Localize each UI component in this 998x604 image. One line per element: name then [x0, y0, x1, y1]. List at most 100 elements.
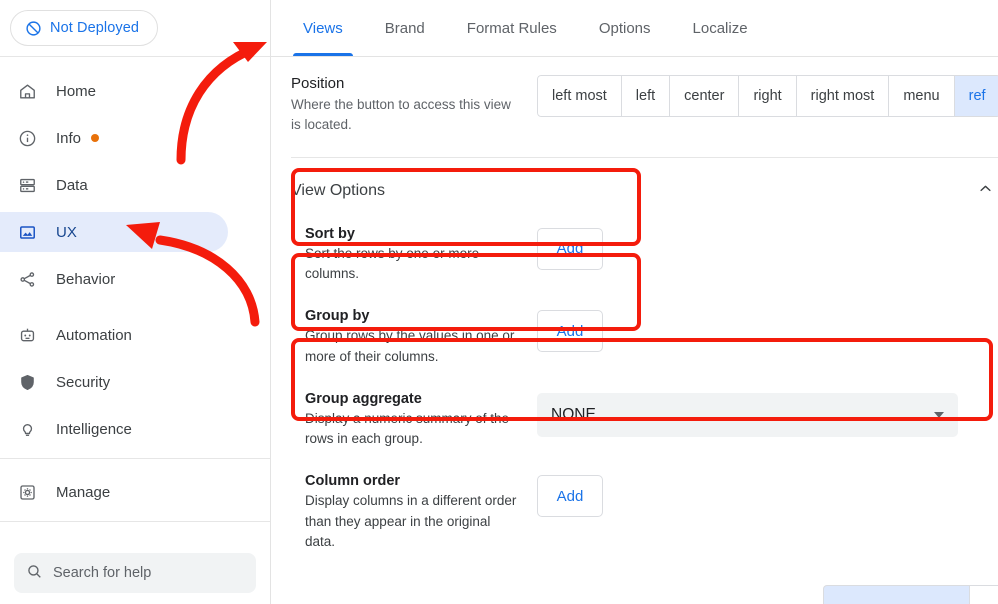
sort-by-row: Sort by Sort the rows by one or more col… [291, 214, 998, 297]
sidebar-item-automation[interactable]: Automation [0, 315, 270, 355]
column-order-label-group: Column order Display columns in a differ… [305, 473, 537, 552]
tab-bar: Views Brand Format Rules Options Localiz… [271, 0, 998, 57]
group-aggregate-row: Group aggregate Display a numeric summar… [291, 379, 998, 462]
sidebar-item-security[interactable]: Security [0, 362, 270, 402]
sidebar-item-data[interactable]: Data [0, 165, 270, 205]
sidebar-item-manage[interactable]: Manage [0, 472, 270, 512]
group-by-description: Group rows by the values in one or more … [305, 328, 515, 364]
tab-options[interactable]: Options [579, 0, 671, 56]
deploy-status-row: Not Deployed [0, 0, 270, 56]
chevron-up-icon [978, 181, 993, 201]
search-placeholder: Search for help [53, 565, 152, 581]
group-aggregate-select[interactable]: NONE [537, 392, 958, 437]
position-option-left-most[interactable]: left most [537, 75, 622, 117]
position-segmented-control: left most left center right right most m… [537, 75, 998, 117]
not-deployed-label: Not Deployed [50, 20, 140, 36]
tab-label: Views [303, 19, 343, 37]
share-nodes-icon [16, 268, 38, 290]
position-row: Position Where the button to access this… [291, 57, 998, 135]
tab-views[interactable]: Views [283, 0, 363, 56]
info-circle-icon [16, 127, 38, 149]
column-order-control: Add [537, 473, 987, 518]
search-container: Search for help [0, 535, 270, 593]
group-aggregate-title: Group aggregate [305, 390, 422, 407]
tab-brand[interactable]: Brand [365, 0, 445, 56]
main-panel: Views Brand Format Rules Options Localiz… [271, 0, 998, 604]
sidebar-item-info[interactable]: Info [0, 118, 270, 158]
view-options-header: View Options [291, 158, 998, 214]
sort-by-control: Add [537, 226, 987, 270]
tab-label: Format Rules [466, 19, 557, 37]
circle-slash-icon [25, 20, 42, 37]
settings-box-icon [16, 481, 38, 503]
column-order-add-button[interactable]: Add [537, 475, 603, 518]
sidebar-item-label: Home [56, 82, 97, 100]
position-title: Position [291, 75, 345, 92]
partial-segmented-control [823, 585, 998, 604]
image-icon [16, 221, 38, 243]
info-unread-dot [91, 134, 100, 142]
shield-icon [16, 371, 38, 393]
sidebar-item-home[interactable]: Home [0, 71, 270, 111]
view-options-collapse-button[interactable] [971, 176, 998, 206]
database-icon [16, 174, 38, 196]
view-options-title: View Options [291, 181, 385, 199]
sort-by-description: Sort the rows by one or more columns. [305, 245, 480, 282]
tab-label: Brand [384, 19, 425, 37]
group-aggregate-control: NONE [537, 391, 987, 437]
position-option-menu[interactable]: menu [889, 75, 955, 117]
sidebar-nav: Home Info Data UX Behavior Automation Se… [0, 57, 270, 535]
position-option-right-most[interactable]: right most [796, 75, 890, 117]
sidebar-item-label: Data [56, 176, 88, 194]
position-description: Where the button to access this view is … [291, 97, 511, 132]
search-input[interactable]: Search for help [14, 553, 256, 593]
group-aggregate-description: Display a numeric summary of the rows in… [305, 410, 510, 447]
position-option-ref[interactable]: ref [954, 75, 998, 117]
position-option-right[interactable]: right [739, 75, 797, 117]
column-order-title: Column order [305, 473, 401, 490]
group-aggregate-value: NONE [551, 405, 596, 423]
sidebar-item-label: Automation [56, 326, 132, 344]
sidebar-item-intelligence[interactable]: Intelligence [0, 409, 270, 449]
sidebar-item-label: Intelligence [56, 420, 132, 438]
group-by-control: Add [537, 308, 987, 353]
sort-by-label-group: Sort by Sort the rows by one or more col… [305, 226, 537, 285]
tab-format-rules[interactable]: Format Rules [447, 0, 577, 56]
tab-label: Options [598, 19, 651, 37]
app-root: Not Deployed Home Info Data UX Behavior … [0, 0, 998, 604]
home-icon [16, 80, 38, 102]
sidebar-bottom-divider [0, 521, 270, 522]
tab-localize[interactable]: Localize [673, 0, 768, 56]
group-by-title: Group by [305, 308, 370, 325]
robot-icon [16, 324, 38, 346]
sort-by-title: Sort by [305, 225, 355, 242]
partial-seg-option-1[interactable] [823, 585, 970, 604]
search-icon [26, 563, 43, 584]
chevron-down-icon [934, 411, 944, 418]
sort-by-add-button[interactable]: Add [537, 227, 603, 270]
sidebar-nav-divider [0, 458, 270, 459]
position-control: left most left center right right most m… [537, 75, 998, 117]
sidebar: Not Deployed Home Info Data UX Behavior … [0, 0, 271, 604]
settings-content: Position Where the button to access this… [271, 57, 998, 604]
column-order-description: Display columns in a different order tha… [305, 493, 517, 549]
tab-label: Localize [692, 19, 748, 37]
sidebar-item-label: Manage [56, 483, 111, 501]
sidebar-item-label: Behavior [56, 270, 116, 288]
group-by-add-button[interactable]: Add [537, 310, 603, 353]
group-by-label-group: Group by Group rows by the values in one… [305, 308, 537, 367]
group-by-row: Group by Group rows by the values in one… [291, 296, 998, 379]
position-option-center[interactable]: center [670, 75, 740, 117]
sidebar-item-ux[interactable]: UX [0, 212, 228, 252]
lightbulb-icon [16, 418, 38, 440]
not-deployed-badge[interactable]: Not Deployed [10, 10, 159, 46]
group-aggregate-label-group: Group aggregate Display a numeric summar… [305, 391, 537, 450]
sidebar-item-behavior[interactable]: Behavior [0, 259, 270, 299]
position-option-left[interactable]: left [621, 75, 671, 117]
sidebar-item-label: Security [56, 373, 111, 391]
column-order-row: Column order Display columns in a differ… [291, 461, 998, 564]
partial-seg-option-2[interactable] [970, 585, 998, 604]
sidebar-item-label: UX [56, 223, 77, 241]
sidebar-item-label: Info [56, 129, 82, 147]
